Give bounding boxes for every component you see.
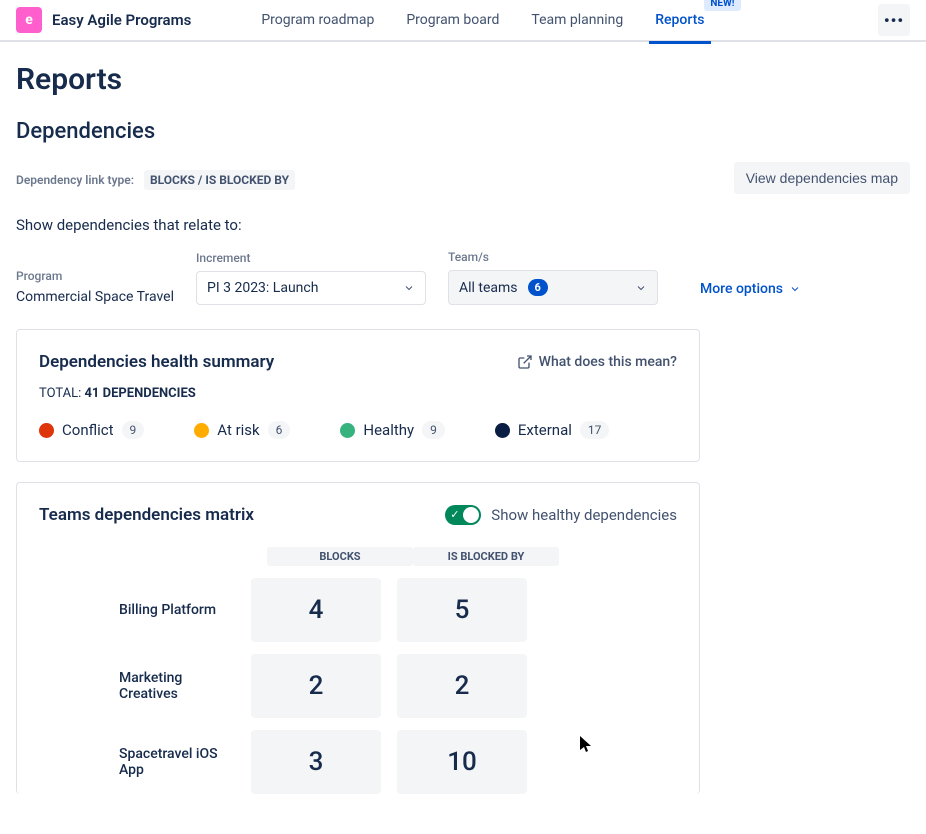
external-label: External	[518, 421, 572, 439]
conflict-label: Conflict	[62, 421, 114, 439]
content-area: Reports Dependencies Dependency link typ…	[0, 42, 926, 834]
matrix-rows: Billing Platform45Marketing Creatives22S…	[39, 578, 677, 794]
status-row: Conflict 9 At risk 6 Healthy 9 External …	[39, 421, 677, 439]
teams-count-badge: 6	[528, 279, 548, 296]
matrix-panel: Teams dependencies matrix ✓ Show healthy…	[16, 482, 700, 794]
teams-value: All teams	[459, 280, 518, 296]
matrix-column-headers: BLOCKS IS BLOCKED BY	[39, 545, 677, 566]
matrix-title: Teams dependencies matrix	[39, 505, 254, 525]
filter-program-value: Commercial Space Travel	[16, 289, 174, 305]
matrix-row: Billing Platform45	[39, 578, 677, 642]
matrix-cell-blocked[interactable]: 5	[397, 578, 527, 642]
col-header-wrap-blocked: IS BLOCKED BY	[413, 545, 559, 566]
nav-program-roadmap[interactable]: Program roadmap	[261, 6, 374, 34]
filter-program: Program Commercial Space Travel	[16, 269, 174, 305]
external-count: 17	[580, 421, 610, 439]
atrisk-dot-icon	[194, 423, 209, 438]
section-title: Dependencies	[16, 119, 910, 144]
help-link[interactable]: What does this mean?	[517, 354, 677, 370]
ellipsis-icon: •••	[884, 11, 904, 30]
dep-type-row: Dependency link type: BLOCKS / IS BLOCKE…	[16, 162, 910, 194]
col-header-wrap-blocks: BLOCKS	[267, 545, 413, 566]
status-external: External 17	[495, 421, 610, 439]
healthy-label: Healthy	[363, 421, 414, 439]
status-healthy: Healthy 9	[340, 421, 444, 439]
matrix-cell-blocks[interactable]: 2	[251, 654, 381, 718]
dep-type-container: Dependency link type: BLOCKS / IS BLOCKE…	[16, 169, 295, 188]
status-atrisk: At risk 6	[194, 421, 290, 439]
more-options-label: More options	[700, 281, 783, 297]
atrisk-count: 6	[268, 421, 291, 439]
nav-team-planning[interactable]: Team planning	[531, 6, 623, 34]
matrix-header: Teams dependencies matrix ✓ Show healthy…	[39, 505, 677, 525]
healthy-count: 9	[422, 421, 445, 439]
filter-increment: Increment PI 3 2023: Launch	[196, 251, 426, 305]
status-conflict: Conflict 9	[39, 421, 144, 439]
health-summary-panel: Dependencies health summary What does th…	[16, 329, 700, 462]
conflict-count: 9	[122, 421, 145, 439]
atrisk-label: At risk	[217, 421, 259, 439]
matrix-spacer	[39, 545, 267, 566]
check-icon: ✓	[450, 508, 459, 521]
help-text: What does this mean?	[539, 354, 677, 370]
matrix-cell-blocks[interactable]: 4	[251, 578, 381, 642]
increment-value: PI 3 2023: Launch	[207, 280, 318, 296]
total-value: 41 DEPENDENCIES	[84, 386, 195, 401]
filter-program-label: Program	[16, 269, 174, 283]
matrix-cell-blocked[interactable]: 10	[397, 730, 527, 794]
more-options-button[interactable]: More options	[700, 281, 801, 305]
main-nav: Program roadmap Program board Team plann…	[261, 6, 878, 34]
nav-reports[interactable]: Reports NEW!	[655, 6, 704, 34]
matrix-row: Spacetravel iOS App310	[39, 730, 677, 794]
col-header-blocked: IS BLOCKED BY	[413, 547, 559, 566]
logo-letter: e	[25, 12, 33, 28]
filter-teams-label: Team/s	[448, 250, 658, 264]
toggle-row: ✓ Show healthy dependencies	[445, 505, 677, 525]
chevron-down-icon	[789, 283, 801, 295]
team-name: Spacetravel iOS App	[39, 746, 251, 778]
col-header-blocks: BLOCKS	[267, 547, 413, 566]
chevron-down-icon	[635, 282, 647, 294]
team-name: Billing Platform	[39, 602, 251, 618]
matrix-cell-blocked[interactable]: 2	[397, 654, 527, 718]
nav-program-board[interactable]: Program board	[406, 6, 499, 34]
filter-increment-label: Increment	[196, 251, 426, 265]
total-prefix: TOTAL:	[39, 386, 84, 401]
conflict-dot-icon	[39, 423, 54, 438]
dep-type-value: BLOCKS / IS BLOCKED BY	[144, 170, 295, 190]
external-dot-icon	[495, 423, 510, 438]
new-badge: NEW!	[704, 0, 740, 11]
matrix-row: Marketing Creatives22	[39, 654, 677, 718]
total-line: TOTAL: 41 DEPENDENCIES	[39, 386, 677, 401]
matrix-cell-blocks[interactable]: 3	[251, 730, 381, 794]
filters-row: Program Commercial Space Travel Incremen…	[16, 250, 910, 305]
more-button[interactable]: •••	[878, 4, 910, 36]
chevron-down-icon	[403, 282, 415, 294]
app-name: Easy Agile Programs	[52, 11, 191, 29]
dep-type-label: Dependency link type:	[16, 173, 134, 187]
team-name: Marketing Creatives	[39, 670, 251, 702]
increment-select[interactable]: PI 3 2023: Launch	[196, 271, 426, 305]
external-link-icon	[517, 354, 533, 370]
toggle-label: Show healthy dependencies	[491, 506, 677, 524]
show-healthy-toggle[interactable]: ✓	[445, 505, 481, 525]
summary-title: Dependencies health summary	[39, 352, 274, 372]
app-logo: e	[16, 7, 42, 33]
view-map-button[interactable]: View dependencies map	[734, 162, 910, 194]
nav-reports-label: Reports	[655, 12, 704, 28]
app-header: e Easy Agile Programs Program roadmap Pr…	[0, 0, 926, 42]
filter-teams: Team/s All teams 6	[448, 250, 658, 305]
teams-select[interactable]: All teams 6	[448, 270, 658, 305]
page-title: Reports	[16, 62, 910, 97]
healthy-dot-icon	[340, 423, 355, 438]
show-dependencies-label: Show dependencies that relate to:	[16, 216, 910, 234]
panel-header: Dependencies health summary What does th…	[39, 352, 677, 372]
